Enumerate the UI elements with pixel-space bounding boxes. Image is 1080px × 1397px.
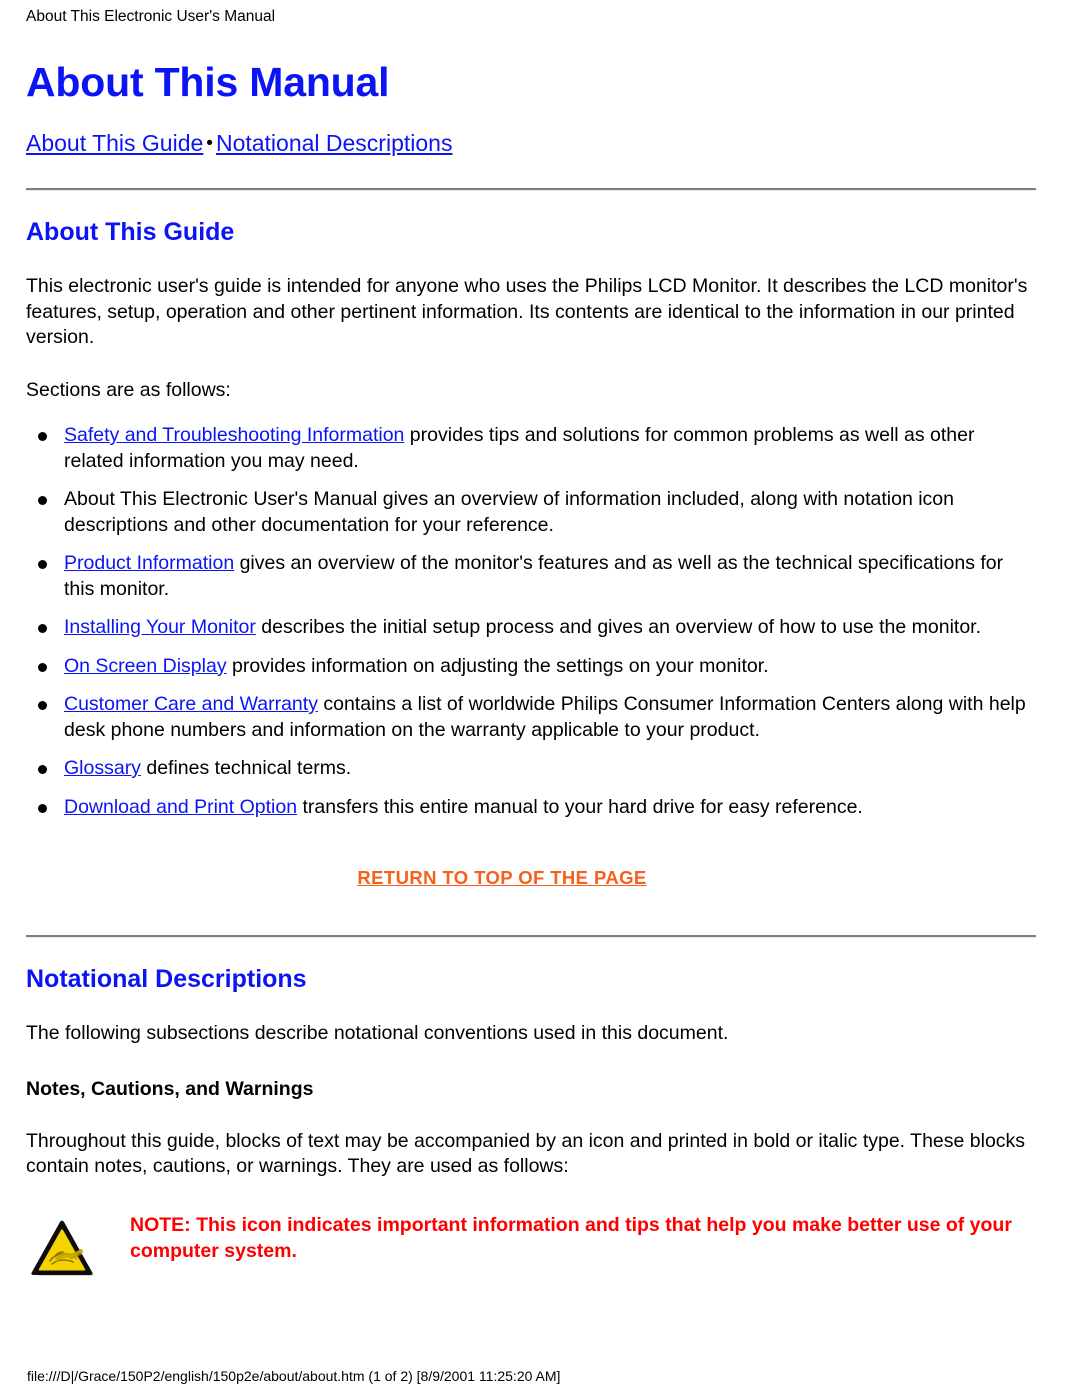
notational-body-paragraph: Throughout this guide, blocks of text ma… bbox=[26, 1129, 1026, 1178]
list-item: Customer Care and Warranty contains a li… bbox=[26, 692, 1038, 743]
page-title: About This Manual bbox=[26, 59, 390, 105]
section-divider-top bbox=[26, 188, 1038, 191]
note-text: NOTE: This icon indicates important info… bbox=[130, 1213, 1012, 1262]
sections-lead-paragraph: Sections are as follows: bbox=[26, 378, 231, 401]
list-item-text: transfers this entire manual to your har… bbox=[297, 795, 863, 818]
sections-list: Safety and Troubleshooting Information p… bbox=[26, 423, 1038, 820]
section-divider-bottom bbox=[26, 935, 1038, 938]
list-item-text: provides information on adjusting the se… bbox=[226, 654, 769, 677]
note-warning-triangle-icon bbox=[26, 1214, 102, 1284]
return-to-top-wrapper: RETURN TO TOP OF THE PAGE bbox=[26, 867, 1038, 889]
horizontal-rule bbox=[26, 935, 1036, 938]
section-heading-notational-descriptions: Notational Descriptions bbox=[26, 965, 307, 993]
list-item-link[interactable]: Customer Care and Warranty bbox=[64, 693, 318, 715]
list-item-text: defines technical terms. bbox=[140, 757, 352, 779]
nav-separator: • bbox=[206, 133, 213, 154]
breadcrumb: About This Guide • Notational Descriptions bbox=[26, 128, 1038, 161]
list-item-text: describes the initial setup process and … bbox=[255, 616, 982, 638]
nav-link-notational-descriptions[interactable]: Notational Descriptions bbox=[216, 130, 453, 156]
list-item-link[interactable]: Safety and Troubleshooting Information bbox=[64, 424, 404, 446]
nav-link-about-this-guide[interactable]: About This Guide bbox=[26, 130, 203, 156]
footer-file-path: file:///D|/Grace/150P2/english/150p2e/ab… bbox=[27, 1368, 561, 1384]
list-item-link[interactable]: Download and Print Option bbox=[64, 796, 297, 818]
document-page: About This Electronic User's Manual Abou… bbox=[0, 0, 1080, 1397]
list-item-link[interactable]: Glossary bbox=[64, 757, 141, 779]
list-item: Product Information gives an overview of… bbox=[26, 551, 1038, 602]
document-content: About This Manual About This Guide • Notat… bbox=[26, 58, 1038, 1290]
list-item: On Screen Display provides information o… bbox=[26, 654, 1038, 680]
notational-intro-paragraph: The following subsections describe notat… bbox=[26, 1022, 729, 1044]
horizontal-rule bbox=[26, 188, 1036, 191]
list-item: Safety and Troubleshooting Information p… bbox=[26, 423, 1038, 474]
list-item-link[interactable]: Installing Your Monitor bbox=[64, 616, 256, 638]
list-item: Installing Your Monitor describes the in… bbox=[26, 615, 1038, 641]
list-item: About This Electronic User's Manual give… bbox=[26, 487, 1038, 538]
return-to-top-link[interactable]: RETURN TO TOP OF THE PAGE bbox=[357, 867, 646, 888]
list-item: Glossary defines technical terms. bbox=[26, 756, 1038, 782]
list-item-link[interactable]: On Screen Display bbox=[64, 655, 227, 677]
list-item: Download and Print Option transfers this… bbox=[26, 795, 1038, 821]
running-header: About This Electronic User's Manual bbox=[26, 8, 276, 25]
list-item-link[interactable]: Product Information bbox=[64, 552, 234, 574]
subsection-heading-notes-cautions-warnings: Notes, Cautions, and Warnings bbox=[26, 1077, 314, 1100]
note-block: NOTE: This icon indicates important info… bbox=[26, 1212, 1038, 1290]
list-item-text: About This Electronic User's Manual give… bbox=[64, 488, 955, 536]
about-guide-intro-paragraph: This electronic user's guide is intended… bbox=[26, 275, 1028, 348]
section-heading-about-this-guide: About This Guide bbox=[26, 218, 235, 246]
